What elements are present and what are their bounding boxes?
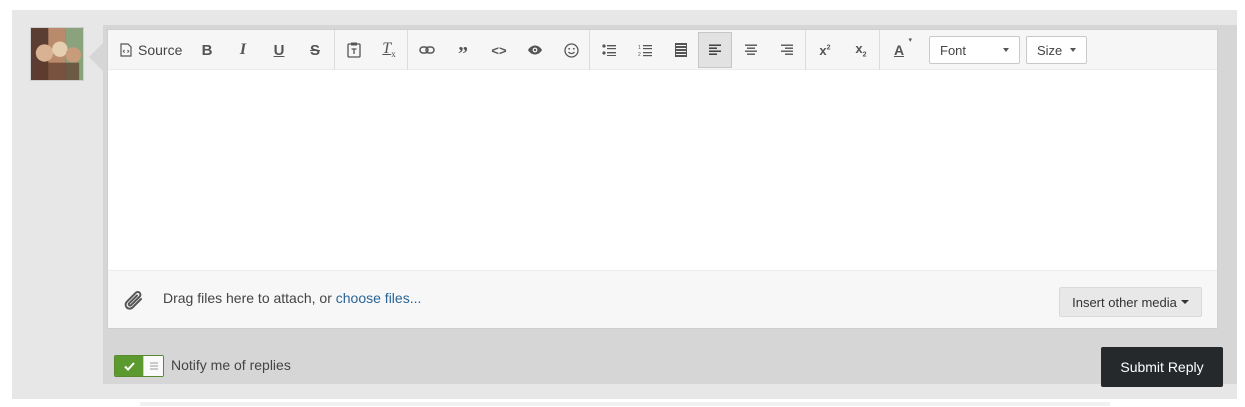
panel-shadow: [140, 402, 1110, 406]
emoji-button[interactable]: [554, 32, 588, 68]
attach-text: Drag files here to attach, or: [163, 290, 332, 306]
underline-button[interactable]: U: [262, 32, 296, 68]
caret-down-icon: [1180, 300, 1189, 304]
chevron-down-icon: [1070, 48, 1076, 52]
svg-text:2: 2: [638, 52, 641, 57]
attachment-bar[interactable]: Drag files here to attach, or choose fil…: [108, 270, 1217, 328]
insert-media-label: Insert other media: [1072, 294, 1177, 310]
toolbar-separator: [407, 30, 408, 70]
text-color-button[interactable]: A ▾: [882, 32, 916, 68]
strikethrough-button[interactable]: S: [298, 32, 332, 68]
align-right-button[interactable]: [770, 32, 804, 68]
bulleted-list-icon: [601, 44, 616, 56]
avatar-image: [31, 28, 83, 80]
reply-panel: Source B I U S Tx ” <> 1 2 x2 x2 A ▾ Fon…: [12, 10, 1237, 399]
paste-text-icon: [347, 42, 361, 58]
checkmark-icon: [123, 361, 135, 371]
align-right-icon: [781, 44, 793, 55]
notify-toggle[interactable]: [114, 355, 164, 377]
link-icon: [419, 46, 435, 54]
editor-toolbar: Source B I U S Tx ” <> 1 2 x2 x2 A ▾ Fon…: [108, 30, 1217, 70]
subscript-icon: x2: [855, 41, 867, 59]
attach-instructions: Drag files here to attach, or choose fil…: [163, 290, 421, 306]
source-icon: [120, 43, 132, 57]
emoji-icon: [563, 42, 579, 58]
bulleted-list-button[interactable]: [592, 32, 626, 68]
italic-icon: I: [239, 41, 247, 58]
size-select-label: Size: [1037, 42, 1063, 58]
size-select[interactable]: Size: [1026, 36, 1087, 64]
source-label: Source: [138, 42, 183, 58]
code-icon: <>: [491, 42, 507, 58]
strikethrough-icon: S: [309, 41, 320, 59]
submit-reply-button[interactable]: Submit Reply: [1101, 347, 1223, 387]
font-select-label: Font: [940, 42, 967, 58]
insert-other-media-button[interactable]: Insert other media: [1059, 287, 1202, 317]
align-left-icon: [709, 44, 721, 55]
source-button[interactable]: Source: [112, 32, 184, 68]
text-color-icon: A ▾: [893, 37, 913, 58]
editor-container: Source B I U S Tx ” <> 1 2 x2 x2 A ▾ Fon…: [103, 25, 1237, 387]
toolbar-separator: [879, 30, 880, 70]
paperclip-icon: [124, 291, 142, 310]
toolbar-separator: [589, 30, 590, 70]
align-center-button[interactable]: [734, 32, 768, 68]
quote-button[interactable]: ”: [446, 32, 480, 68]
toolbar-separator: [334, 30, 335, 70]
subscript-button[interactable]: x2: [844, 32, 878, 68]
toggle-knob: [143, 356, 163, 376]
svg-text:1: 1: [638, 45, 641, 51]
italic-button[interactable]: I: [226, 32, 260, 68]
numbered-list-icon: 1 2: [638, 44, 652, 57]
preview-icon: [528, 45, 542, 55]
align-center-icon: [745, 44, 757, 55]
align-left-button[interactable]: [698, 32, 732, 68]
preview-button[interactable]: [518, 32, 552, 68]
numbered-list-button[interactable]: 1 2: [628, 32, 662, 68]
code-button[interactable]: <>: [482, 32, 516, 68]
notify-label: Notify me of replies: [171, 357, 291, 373]
link-button[interactable]: [410, 32, 444, 68]
remove-format-button[interactable]: Tx: [372, 32, 406, 68]
choose-files-link[interactable]: choose files...: [336, 290, 422, 306]
justify-icon: [675, 43, 687, 57]
remove-format-icon: Tx: [382, 40, 396, 60]
grip-icon: [150, 362, 158, 370]
justify-button[interactable]: [664, 32, 698, 68]
paste-text-button[interactable]: [337, 32, 371, 68]
avatar[interactable]: [30, 27, 84, 81]
superscript-icon: x2: [819, 42, 831, 58]
quote-icon: ”: [458, 43, 468, 65]
toggle-on-state: [115, 356, 143, 376]
underline-icon: U: [273, 41, 285, 59]
editor-content[interactable]: [108, 70, 1217, 270]
font-select[interactable]: Font: [929, 36, 1020, 64]
rich-text-editor: Source B I U S Tx ” <> 1 2 x2 x2 A ▾ Fon…: [107, 29, 1218, 329]
speech-arrow: [89, 43, 103, 71]
superscript-button[interactable]: x2: [808, 32, 842, 68]
bold-icon: B: [201, 41, 213, 59]
toolbar-separator: [805, 30, 806, 70]
chevron-down-icon: [1003, 48, 1009, 52]
bold-button[interactable]: B: [190, 32, 224, 68]
